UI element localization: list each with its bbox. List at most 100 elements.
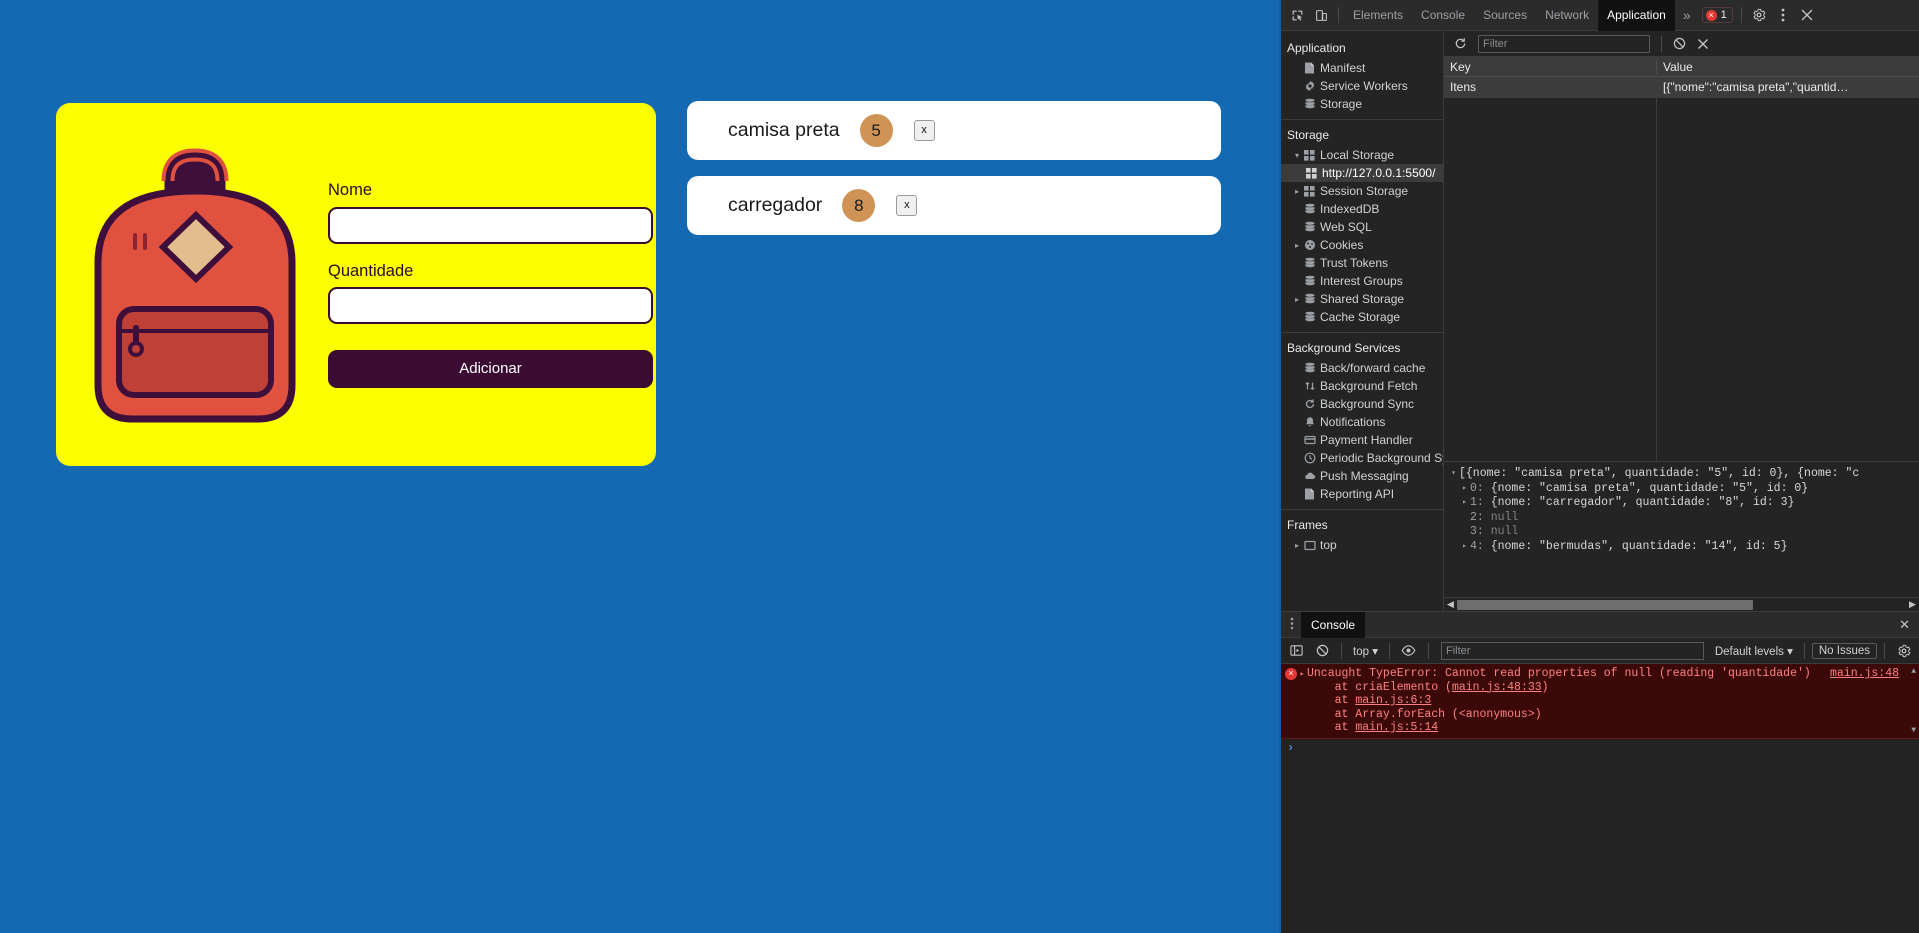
- kebab-menu-icon[interactable]: [1283, 617, 1301, 633]
- item-quantity-badge: 5: [859, 114, 893, 147]
- sidebar-item-reporting-api[interactable]: Reporting API: [1281, 485, 1443, 503]
- stack-link[interactable]: main.js:6:3: [1355, 694, 1431, 707]
- sidebar-item-background-fetch[interactable]: Background Fetch: [1281, 377, 1443, 395]
- console-error-message[interactable]: × ▸ Uncaught TypeError: Cannot read prop…: [1281, 664, 1919, 739]
- tab-application[interactable]: Application: [1598, 0, 1675, 31]
- gear-icon[interactable]: [1747, 3, 1771, 27]
- database-icon: [1302, 293, 1317, 305]
- preview-index: 4: [1470, 539, 1477, 553]
- issues-button[interactable]: No Issues: [1811, 642, 1877, 659]
- sidebar-item-label: Trust Tokens: [1320, 256, 1389, 270]
- stack-frame: at Array.forEach (<anonymous>): [1307, 707, 1542, 721]
- scroll-down-arrow[interactable]: ▼: [1911, 726, 1916, 735]
- tab-network[interactable]: Network: [1536, 0, 1598, 31]
- console-prompt[interactable]: ›: [1281, 739, 1919, 757]
- drawer-tab-console[interactable]: Console: [1301, 611, 1366, 638]
- sync-icon: [1302, 398, 1317, 410]
- preview-entry[interactable]: ▸ 0: {nome: "camisa preta", quantidade: …: [1448, 482, 1919, 497]
- chevron-down-icon[interactable]: ▾: [1448, 467, 1459, 482]
- delete-selected-icon[interactable]: [1691, 32, 1715, 56]
- chevron-right-icon[interactable]: ▸: [1292, 541, 1302, 550]
- console-filter-input[interactable]: [1440, 641, 1704, 660]
- chevron-right-icon[interactable]: ▸: [1459, 496, 1470, 511]
- sidebar-item-cookies[interactable]: ▸ Cookies: [1281, 236, 1443, 254]
- sidebar-item-top-frame[interactable]: ▸ top: [1281, 536, 1443, 554]
- scroll-up-arrow[interactable]: ▲: [1911, 667, 1916, 676]
- clear-all-icon[interactable]: [1667, 32, 1691, 56]
- console-sidebar-icon[interactable]: [1284, 639, 1308, 663]
- sidebar-item-label: Service Workers: [1320, 79, 1408, 93]
- tab-sources[interactable]: Sources: [1474, 0, 1536, 31]
- chevron-right-icon[interactable]: ▸: [1459, 540, 1470, 555]
- preview-index: 1: [1470, 496, 1477, 510]
- sidebar-item-payment-handler[interactable]: Payment Handler: [1281, 431, 1443, 449]
- cell-key: Itens: [1444, 80, 1657, 94]
- device-toolbar-icon[interactable]: [1309, 3, 1333, 27]
- sidebar-item-trust-tokens[interactable]: Trust Tokens: [1281, 254, 1443, 272]
- delete-item-button[interactable]: x: [896, 195, 918, 216]
- sidebar-item-label: Notifications: [1320, 415, 1386, 429]
- column-header-value[interactable]: Value: [1657, 60, 1919, 74]
- preview-root-line[interactable]: ▾ [{nome: "camisa preta", quantidade: "5…: [1448, 467, 1919, 482]
- sidebar-item-session-storage[interactable]: ▸ Session Storage: [1281, 182, 1443, 200]
- add-button[interactable]: Adicionar: [328, 349, 653, 388]
- chevron-right-icon[interactable]: ▸: [1459, 482, 1470, 497]
- chevron-right-icon[interactable]: ▸: [1292, 295, 1302, 304]
- error-source-link[interactable]: main.js:48: [1830, 667, 1899, 680]
- chevron-down-icon[interactable]: ▾: [1292, 151, 1302, 160]
- refresh-icon[interactable]: [1448, 32, 1472, 56]
- scroll-left-arrow[interactable]: ◀: [1444, 599, 1457, 610]
- sidebar-item-localhost-origin[interactable]: http://127.0.0.1:5500/: [1281, 164, 1443, 182]
- sidebar-item-local-storage[interactable]: ▾ Local Storage: [1281, 146, 1443, 164]
- preview-entry[interactable]: ▸ 1: {nome: "carregador", quantidade: "8…: [1448, 496, 1919, 511]
- quantity-input[interactable]: [328, 286, 653, 324]
- scrollbar-thumb[interactable]: [1457, 599, 1754, 610]
- column-header-key[interactable]: Key: [1444, 59, 1657, 74]
- bell-icon: [1302, 416, 1317, 428]
- tab-elements[interactable]: Elements: [1344, 0, 1412, 31]
- sidebar-item-background-sync[interactable]: Background Sync: [1281, 395, 1443, 413]
- inspect-element-icon[interactable]: [1285, 3, 1309, 27]
- more-tabs-icon[interactable]: »: [1675, 7, 1699, 23]
- delete-item-button[interactable]: x: [913, 120, 935, 141]
- storage-filter-input[interactable]: [1478, 34, 1650, 53]
- sidebar-item-push-messaging[interactable]: Push Messaging: [1281, 467, 1443, 485]
- chevron-right-icon[interactable]: ▸: [1297, 669, 1307, 679]
- sidebar-item-label: Cache Storage: [1320, 310, 1401, 324]
- sidebar-item-back-forward-cache[interactable]: Back/forward cache: [1281, 359, 1443, 377]
- sidebar-item-shared-storage[interactable]: ▸ Shared Storage: [1281, 290, 1443, 308]
- sidebar-item-periodic-background-sync[interactable]: Periodic Background Sync: [1281, 449, 1443, 467]
- console-context-selector[interactable]: top ▾: [1349, 644, 1382, 658]
- sidebar-divider: [1281, 119, 1443, 120]
- sidebar-item-indexeddb[interactable]: IndexedDB: [1281, 200, 1443, 218]
- name-input[interactable]: [328, 206, 653, 244]
- gear-icon[interactable]: [1892, 639, 1916, 663]
- horizontal-scrollbar[interactable]: ◀ ▶: [1444, 597, 1919, 611]
- scrollbar-track[interactable]: [1457, 599, 1906, 611]
- toolbar-divider: [1884, 642, 1885, 659]
- clear-console-icon[interactable]: [1310, 639, 1334, 663]
- sidebar-item-label: Payment Handler: [1320, 433, 1413, 447]
- preview-entry[interactable]: ▸ 4: {nome: "bermudas", quantidade: "14"…: [1448, 540, 1919, 555]
- tab-console[interactable]: Console: [1412, 0, 1474, 31]
- stack-link[interactable]: main.js:48:33: [1452, 681, 1542, 694]
- live-expression-icon[interactable]: [1397, 639, 1421, 663]
- console-levels-selector[interactable]: Default levels ▾: [1711, 644, 1797, 658]
- sidebar-item-web-sql[interactable]: Web SQL: [1281, 218, 1443, 236]
- stack-link[interactable]: main.js:5:14: [1355, 721, 1438, 734]
- scroll-right-arrow[interactable]: ▶: [1906, 599, 1919, 610]
- close-icon[interactable]: ✕: [1890, 617, 1919, 633]
- close-icon[interactable]: [1795, 3, 1819, 27]
- sidebar-item-cache-storage[interactable]: Cache Storage: [1281, 308, 1443, 326]
- error-count-badge[interactable]: × 1: [1701, 7, 1733, 23]
- sidebar-item-service-workers[interactable]: Service Workers: [1281, 77, 1443, 95]
- sidebar-item-interest-groups[interactable]: Interest Groups: [1281, 272, 1443, 290]
- chevron-right-icon[interactable]: ▸: [1292, 241, 1302, 250]
- table-row[interactable]: Itens [{"nome":"camisa preta","quantid…: [1444, 77, 1919, 97]
- kebab-menu-icon[interactable]: [1771, 3, 1795, 27]
- chevron-right-icon[interactable]: ▸: [1292, 187, 1302, 196]
- sidebar-item-notifications[interactable]: Notifications: [1281, 413, 1443, 431]
- sidebar-item-manifest[interactable]: Manifest: [1281, 59, 1443, 77]
- sidebar-item-storage[interactable]: Storage: [1281, 95, 1443, 113]
- preview-value: {nome: "camisa preta", quantidade: "5", …: [1490, 481, 1809, 495]
